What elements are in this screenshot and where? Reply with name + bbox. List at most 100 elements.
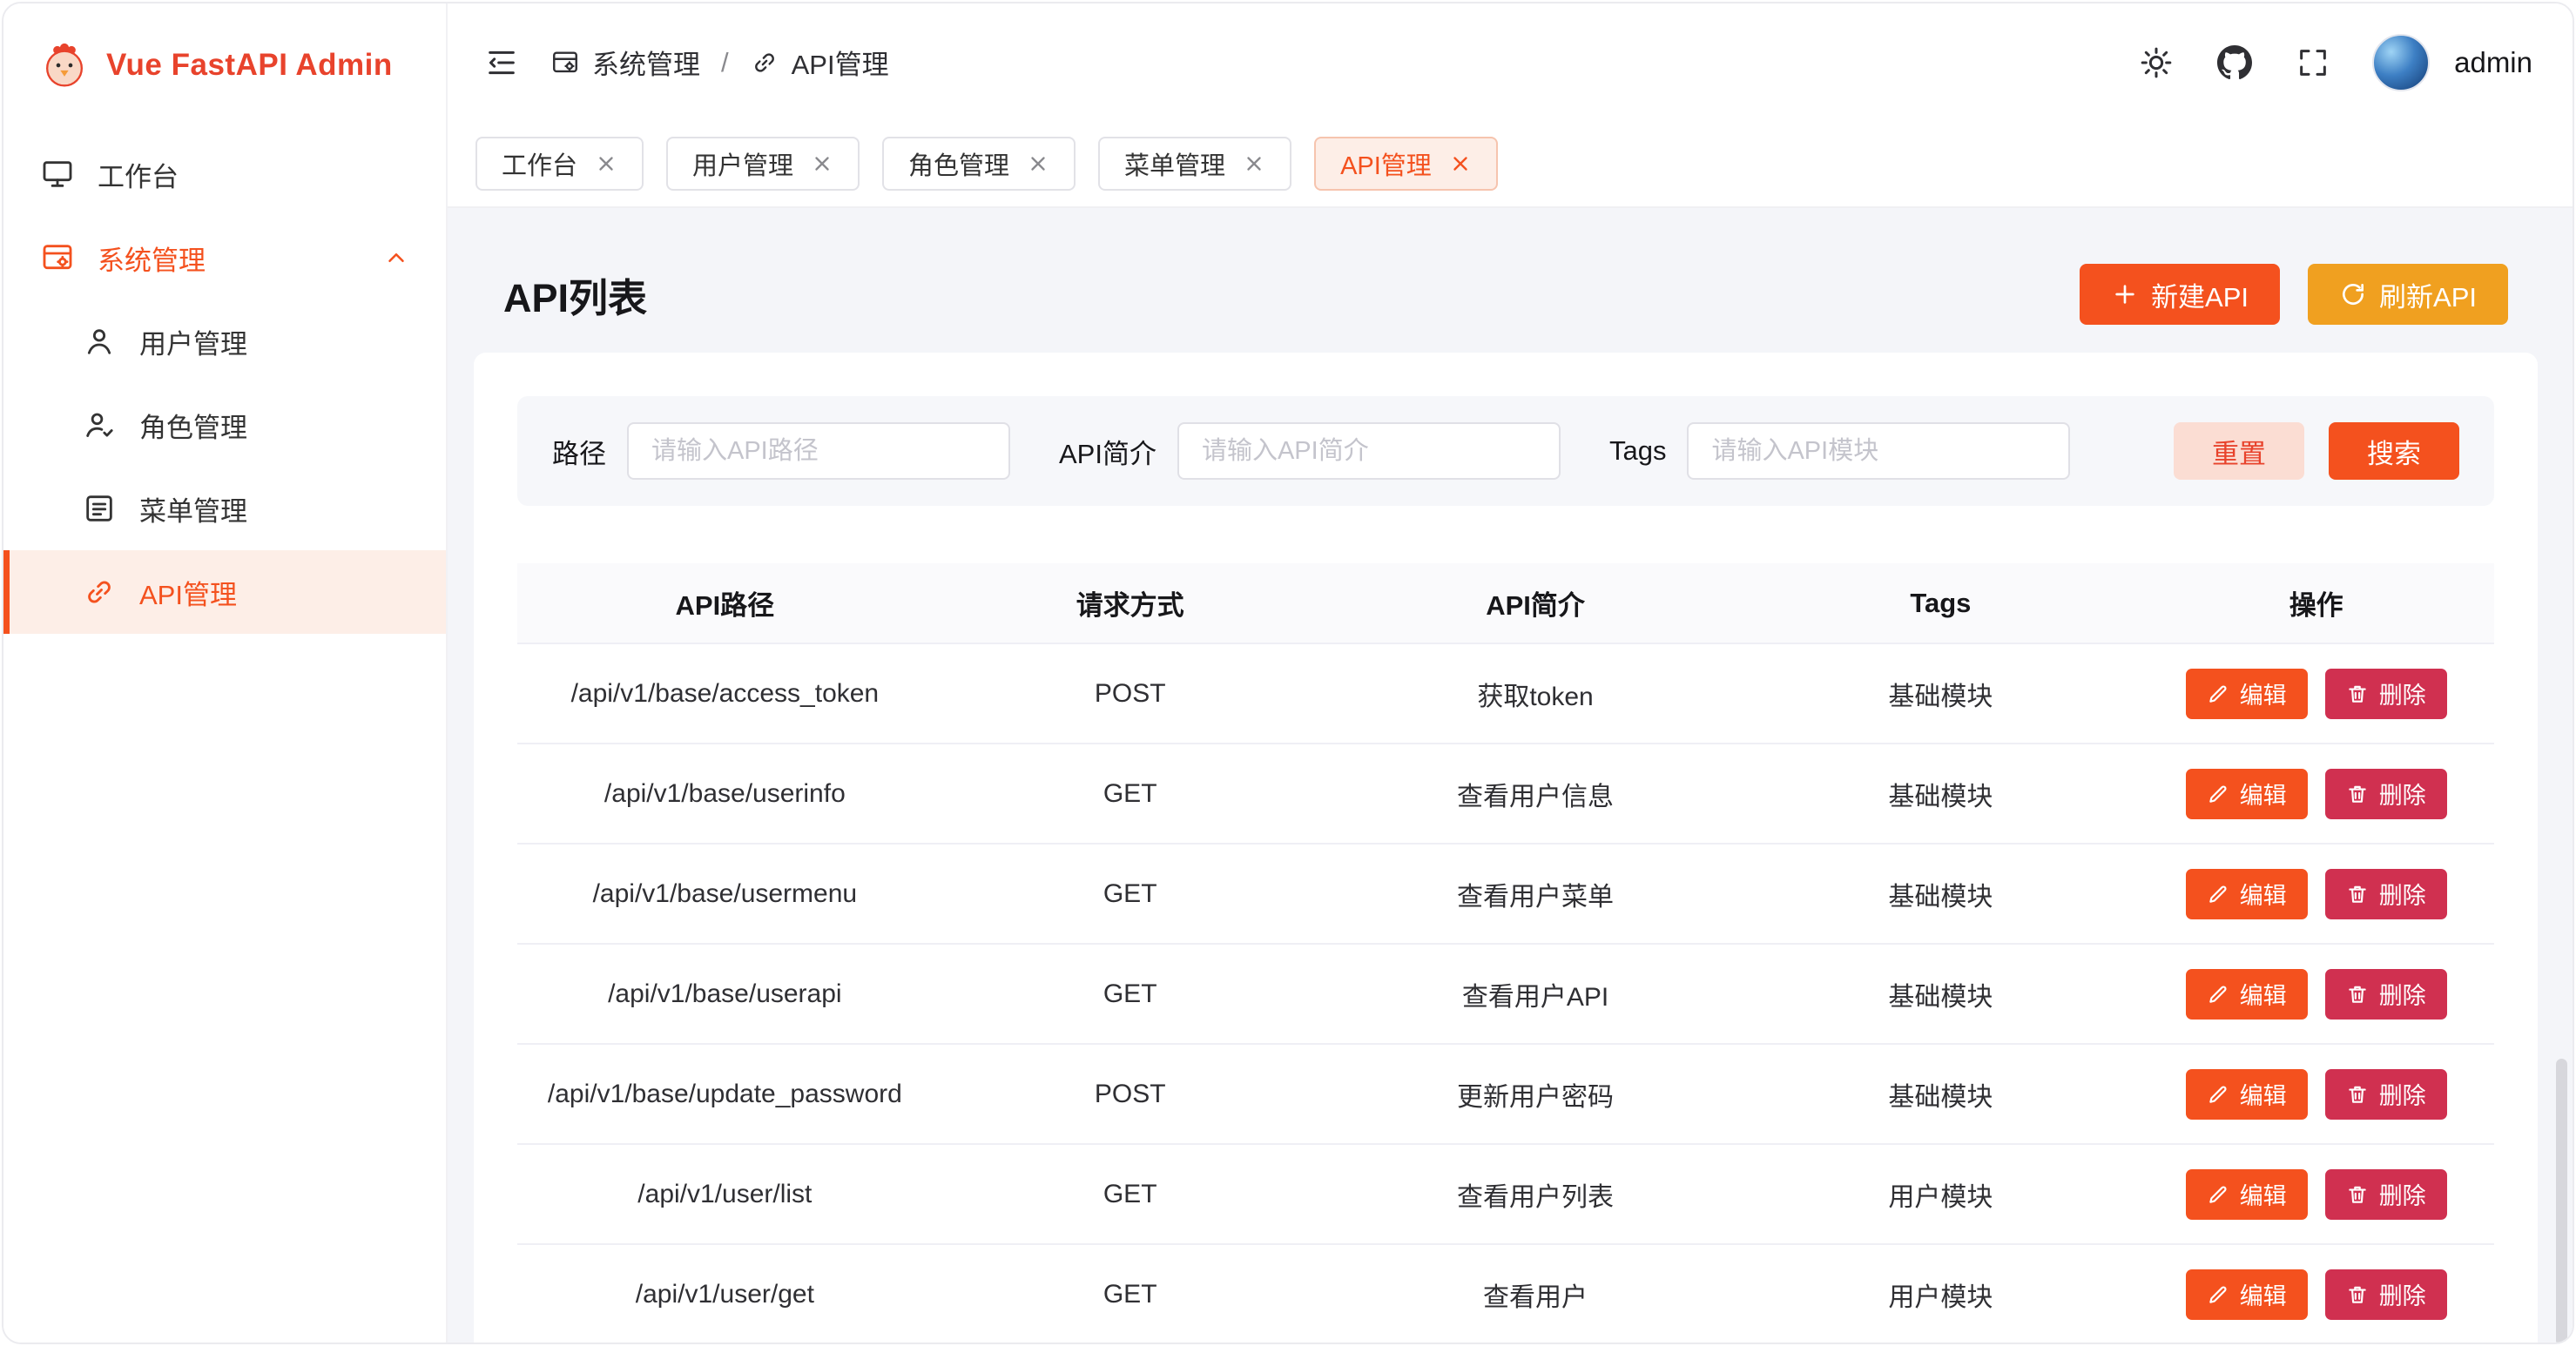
tab-workbench[interactable]: 工作台 <box>475 137 644 191</box>
create-api-button[interactable]: 新建API <box>2080 264 2280 325</box>
edit-button[interactable]: 编辑 <box>2186 1169 2308 1220</box>
sidebar-item-workbench[interactable]: 工作台 <box>3 132 446 216</box>
breadcrumb-separator: / <box>721 47 729 78</box>
filter-bar: 路径 API简介 Tags 重置 搜索 <box>517 396 2494 506</box>
edit-button[interactable]: 编辑 <box>2186 1269 2308 1320</box>
header-tags: Tags <box>1743 563 2138 643</box>
sidebar-item-api[interactable]: API管理 <box>3 550 446 634</box>
content-area: API列表 新建API 刷新API 路径 <box>448 208 2573 1343</box>
sidebar-item-menus[interactable]: 菜单管理 <box>3 467 446 550</box>
cell-summary: 获取token <box>1328 643 1743 744</box>
filter-actions: 重置 搜索 <box>2174 422 2459 480</box>
delete-button[interactable]: 删除 <box>2325 1069 2447 1120</box>
sidebar-item-label: 工作台 <box>98 155 179 194</box>
edit-button[interactable]: 编辑 <box>2186 969 2308 1020</box>
breadcrumb-label: 系统管理 <box>592 43 700 82</box>
app-logo[interactable]: Vue FastAPI Admin <box>3 3 446 127</box>
vertical-scrollbar-thumb[interactable] <box>2556 1059 2567 1344</box>
sidebar-item-label: 菜单管理 <box>139 489 247 528</box>
user-icon <box>82 324 117 359</box>
path-label: 路径 <box>552 432 606 471</box>
tab-api[interactable]: API管理 <box>1314 137 1498 191</box>
breadcrumb-item-api[interactable]: API管理 <box>750 43 889 82</box>
refresh-icon <box>2339 280 2367 308</box>
tab-roles[interactable]: 角色管理 <box>882 137 1076 191</box>
header-actions: 操作 <box>2138 563 2494 643</box>
cell-summary: 更新用户密码 <box>1328 1044 1743 1144</box>
sidebar-collapse-button[interactable] <box>482 44 521 82</box>
logo-text: Vue FastAPI Admin <box>106 48 393 83</box>
cell-summary: 查看用户 <box>1328 1244 1743 1343</box>
delete-button[interactable]: 删除 <box>2325 969 2447 1020</box>
delete-button[interactable]: 删除 <box>2325 669 2447 719</box>
page-header: API列表 新建API 刷新API <box>474 234 2538 353</box>
tab-close-icon[interactable] <box>1449 152 1472 175</box>
summary-input[interactable] <box>1177 422 1561 480</box>
delete-button[interactable]: 删除 <box>2325 869 2447 919</box>
collapse-menu-icon <box>484 45 519 80</box>
tab-menus[interactable]: 菜单管理 <box>1098 137 1291 191</box>
tab-close-icon[interactable] <box>1027 152 1049 175</box>
delete-trash-icon <box>2346 1283 2369 1306</box>
cell-method: GET <box>933 1244 1328 1343</box>
fullscreen-button[interactable] <box>2294 44 2332 82</box>
table-row: /api/v1/base/userinfo GET 查看用户信息 基础模块 编辑… <box>517 744 2494 844</box>
delete-trash-icon <box>2346 1183 2369 1206</box>
edit-button[interactable]: 编辑 <box>2186 1069 2308 1120</box>
tags-input[interactable] <box>1687 422 2070 480</box>
tab-close-icon[interactable] <box>595 152 617 175</box>
breadcrumb-item-system[interactable]: 系统管理 <box>550 43 700 82</box>
delete-button[interactable]: 删除 <box>2325 769 2447 819</box>
delete-button[interactable]: 删除 <box>2325 1269 2447 1320</box>
sidebar: Vue FastAPI Admin 工作台 系统管理 <box>3 3 448 1343</box>
cell-tags: 基础模块 <box>1743 1044 2138 1144</box>
sidebar-item-label: API管理 <box>139 573 237 612</box>
cell-tags: 用户模块 <box>1743 1244 2138 1343</box>
tab-close-icon[interactable] <box>1243 152 1265 175</box>
sidebar-item-users[interactable]: 用户管理 <box>3 299 446 383</box>
sidebar-item-roles[interactable]: 角色管理 <box>3 383 446 467</box>
delete-trash-icon <box>2346 983 2369 1006</box>
user-avatar[interactable] <box>2372 34 2430 91</box>
refresh-api-button[interactable]: 刷新API <box>2308 264 2508 325</box>
cell-method: POST <box>933 643 1328 744</box>
cell-api-path: /api/v1/base/userinfo <box>517 744 933 844</box>
fullscreen-icon <box>2296 45 2330 80</box>
edit-button[interactable]: 编辑 <box>2186 669 2308 719</box>
tab-label: API管理 <box>1340 145 1432 182</box>
delete-trash-icon <box>2346 783 2369 805</box>
theme-toggle-button[interactable] <box>2137 44 2175 82</box>
cell-tags: 基础模块 <box>1743 744 2138 844</box>
cell-summary: 查看用户信息 <box>1328 744 1743 844</box>
cell-method: GET <box>933 844 1328 944</box>
sidebar-item-system[interactable]: 系统管理 <box>3 216 446 299</box>
header-summary: API简介 <box>1328 563 1743 643</box>
api-card: 路径 API简介 Tags 重置 搜索 <box>474 353 2538 1343</box>
delete-button[interactable]: 删除 <box>2325 1169 2447 1220</box>
edit-button[interactable]: 编辑 <box>2186 869 2308 919</box>
cell-method: GET <box>933 744 1328 844</box>
tab-label: 角色管理 <box>908 145 1009 182</box>
api-table: API路径 请求方式 API简介 Tags 操作 /api/v1/base/ac… <box>517 563 2494 1343</box>
table-row: /api/v1/user/list GET 查看用户列表 用户模块 编辑 删除 <box>517 1144 2494 1244</box>
sidebar-item-label: 用户管理 <box>139 322 247 361</box>
api-link-icon <box>82 575 117 609</box>
tab-users[interactable]: 用户管理 <box>666 137 860 191</box>
cell-actions: 编辑 删除 <box>2138 1244 2494 1343</box>
path-input[interactable] <box>627 422 1010 480</box>
system-settings-icon <box>40 240 75 275</box>
role-icon <box>82 407 117 442</box>
cell-api-path: /api/v1/base/update_password <box>517 1044 933 1144</box>
app-window: Vue FastAPI Admin 工作台 系统管理 <box>2 2 2574 1344</box>
edit-button[interactable]: 编辑 <box>2186 769 2308 819</box>
cell-actions: 编辑 删除 <box>2138 944 2494 1044</box>
sidebar-menu: 工作台 系统管理 用户管理 <box>3 127 446 639</box>
filter-tags-group: Tags <box>1609 422 2070 480</box>
search-button[interactable]: 搜索 <box>2329 422 2459 480</box>
cell-method: POST <box>933 1044 1328 1144</box>
github-button[interactable] <box>2215 44 2254 82</box>
edit-pencil-icon <box>2207 783 2229 805</box>
reset-button[interactable]: 重置 <box>2174 422 2304 480</box>
tab-close-icon[interactable] <box>811 152 833 175</box>
breadcrumb: 系统管理 / API管理 <box>550 43 889 82</box>
